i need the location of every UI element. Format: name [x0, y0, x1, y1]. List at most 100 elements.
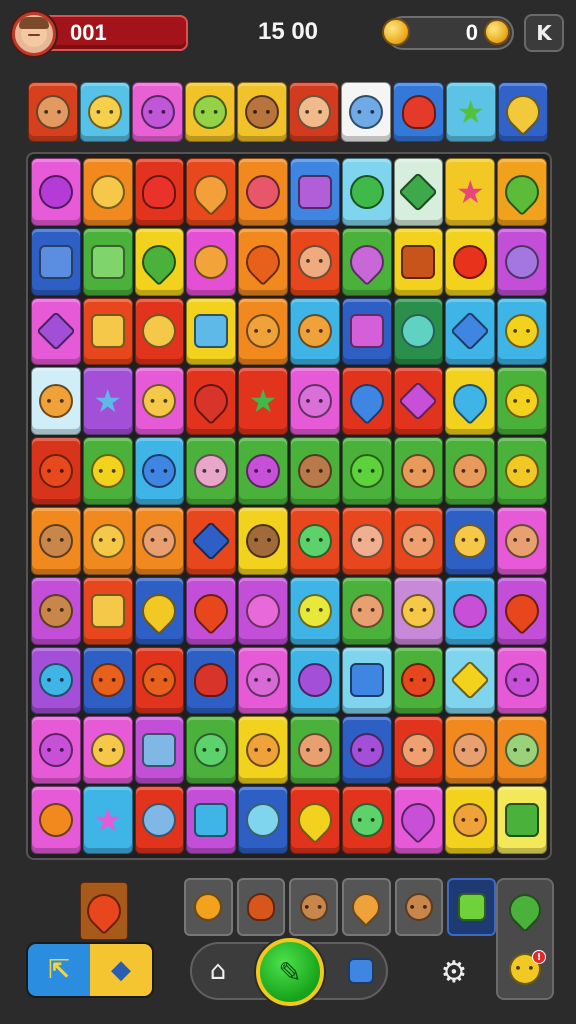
- board-tile[interactable]: [289, 297, 340, 366]
- goal-tile[interactable]: [497, 82, 549, 142]
- board-tile[interactable]: [341, 437, 392, 505]
- board-tile[interactable]: [238, 227, 288, 296]
- board-tile[interactable]: [393, 507, 444, 575]
- goal-tile[interactable]: [341, 82, 392, 142]
- tray-slot[interactable]: [447, 878, 497, 936]
- goal-tile[interactable]: [236, 82, 288, 142]
- board-tile[interactable]: [31, 367, 81, 436]
- board-tile[interactable]: [393, 576, 444, 645]
- board-tile[interactable]: [238, 437, 288, 505]
- board-tile[interactable]: [341, 507, 392, 575]
- board-tile[interactable]: [238, 507, 288, 575]
- board-tile[interactable]: ★: [82, 367, 133, 436]
- pickle-icon[interactable]: [502, 886, 548, 933]
- board-tile[interactable]: [445, 367, 496, 436]
- board-tile[interactable]: [497, 227, 547, 296]
- board-tile[interactable]: [341, 716, 392, 785]
- board-tile[interactable]: [186, 437, 237, 505]
- board-tile[interactable]: [82, 646, 133, 715]
- board-tile[interactable]: [341, 786, 392, 854]
- tray-slot[interactable]: [184, 878, 233, 936]
- board-tile[interactable]: [289, 437, 340, 505]
- board-tile[interactable]: [341, 158, 392, 226]
- board-tile[interactable]: [186, 507, 237, 575]
- board-tile[interactable]: [393, 158, 444, 226]
- board-tile[interactable]: [289, 158, 340, 226]
- board-tile[interactable]: [186, 158, 237, 226]
- board-tile[interactable]: [186, 716, 237, 785]
- held-tile[interactable]: [79, 882, 129, 940]
- goal-tile[interactable]: [289, 82, 340, 142]
- board-tile[interactable]: [134, 507, 185, 575]
- board-tile[interactable]: [497, 576, 547, 645]
- swap-button[interactable]: ⇱ ◆: [26, 942, 154, 998]
- board-tile[interactable]: [31, 437, 81, 505]
- settings-button[interactable]: ⚙: [436, 954, 472, 990]
- goal-tile[interactable]: [393, 82, 444, 142]
- tray-slot[interactable]: [342, 878, 391, 936]
- board-tile[interactable]: [289, 646, 340, 715]
- board-tile[interactable]: [31, 576, 81, 645]
- tray-slot[interactable]: [236, 878, 286, 936]
- board-tile[interactable]: [82, 227, 133, 296]
- board-tile[interactable]: [497, 158, 547, 226]
- board-tile[interactable]: [31, 227, 81, 296]
- board-tile[interactable]: [134, 576, 185, 645]
- goal-tile[interactable]: [28, 82, 79, 142]
- board-tile[interactable]: ★: [445, 158, 496, 226]
- board-tile[interactable]: [31, 158, 81, 226]
- board-tile[interactable]: [186, 576, 237, 645]
- board-tile[interactable]: [341, 367, 392, 436]
- board-tile[interactable]: [497, 507, 547, 575]
- board-tile[interactable]: [134, 158, 185, 226]
- play-button[interactable]: ✎: [256, 938, 324, 1006]
- board-tile[interactable]: [393, 646, 444, 715]
- goal-tile[interactable]: [132, 82, 183, 142]
- menu-button[interactable]: K: [524, 14, 564, 52]
- board-tile[interactable]: [134, 227, 185, 296]
- goal-tile[interactable]: ★: [445, 82, 496, 142]
- bucket-button[interactable]: [344, 952, 378, 990]
- board-tile[interactable]: [289, 507, 340, 575]
- board-tile[interactable]: [238, 158, 288, 226]
- board-tile[interactable]: [289, 786, 340, 854]
- board-tile[interactable]: [186, 367, 237, 436]
- board-tile[interactable]: [238, 716, 288, 785]
- tray-slot[interactable]: [394, 878, 444, 936]
- board-tile[interactable]: [497, 716, 547, 785]
- board-tile[interactable]: [186, 297, 237, 366]
- board-tile[interactable]: [186, 786, 237, 854]
- board-tile[interactable]: [445, 437, 496, 505]
- tray-slot[interactable]: [289, 878, 339, 936]
- player-avatar[interactable]: [12, 12, 56, 56]
- board-tile[interactable]: [134, 437, 185, 505]
- board-tile[interactable]: [238, 786, 288, 854]
- board-tile[interactable]: [445, 646, 496, 715]
- side-powerup-panel[interactable]: !: [496, 878, 554, 1000]
- board-tile[interactable]: [445, 507, 496, 575]
- board-tile[interactable]: [393, 227, 444, 296]
- board-tile[interactable]: [393, 297, 444, 366]
- board-tile[interactable]: [134, 716, 185, 785]
- board-tile[interactable]: [445, 297, 496, 366]
- goal-tile[interactable]: [80, 82, 131, 142]
- board-tile[interactable]: [445, 716, 496, 785]
- board-tile[interactable]: [497, 786, 547, 854]
- board-tile[interactable]: [497, 437, 547, 505]
- board-tile[interactable]: [341, 576, 392, 645]
- board-tile[interactable]: [31, 716, 81, 785]
- board-tile[interactable]: [341, 297, 392, 366]
- board-tile[interactable]: [289, 576, 340, 645]
- board-tile[interactable]: [134, 646, 185, 715]
- board-tile[interactable]: [497, 367, 547, 436]
- board-tile[interactable]: [31, 297, 81, 366]
- board-tile[interactable]: [289, 227, 340, 296]
- board-tile[interactable]: [445, 227, 496, 296]
- board-tile[interactable]: [393, 367, 444, 436]
- board-tile[interactable]: [82, 158, 133, 226]
- board-tile[interactable]: [238, 646, 288, 715]
- board-tile[interactable]: [82, 576, 133, 645]
- board-tile[interactable]: [289, 367, 340, 436]
- board-tile[interactable]: [82, 716, 133, 785]
- board-tile[interactable]: [82, 297, 133, 366]
